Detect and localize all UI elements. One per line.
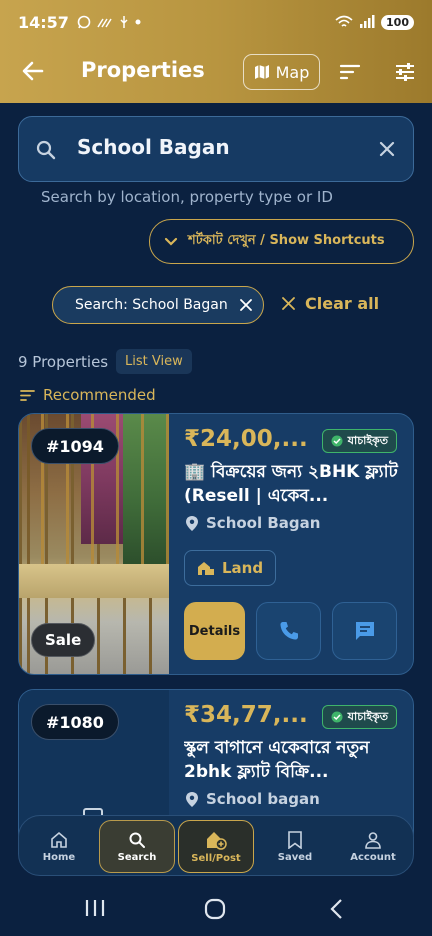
map-button-label: Map <box>275 62 310 82</box>
search-input[interactable]: School Bagan <box>77 135 230 159</box>
property-type-chip: Land <box>184 550 277 586</box>
verified-label: যাচাইকৃত <box>347 709 388 723</box>
app-bar: Properties Map <box>0 48 432 96</box>
status-time: 14:57 <box>18 12 69 32</box>
wifi-icon <box>335 15 353 27</box>
property-card[interactable]: #1094 Sale ₹24,00,... যাচাইকৃত 🏢 বিক্রয়… <box>18 413 414 675</box>
location-pin-icon <box>186 791 198 807</box>
dot-icon <box>135 19 141 25</box>
call-button[interactable] <box>256 602 321 660</box>
show-shortcuts-button[interactable]: শর্টকাট দেখুন / Show Shortcuts <box>149 219 414 264</box>
filter-chip-label: Search: School Bagan <box>75 297 228 313</box>
recents-icon[interactable] <box>84 898 106 918</box>
nav-search-label: Search <box>117 851 157 863</box>
location-pin-icon <box>186 515 198 531</box>
location-label: School bagan <box>206 790 320 808</box>
close-icon <box>282 297 295 310</box>
phone-icon <box>279 622 298 640</box>
signal-lines-icon <box>97 18 112 28</box>
app-header: 14:57 100 Properties Map <box>0 0 432 103</box>
list-view-toggle[interactable]: List View <box>116 349 192 374</box>
sale-badge: Sale <box>31 623 96 657</box>
sort-label: Recommended <box>43 386 156 404</box>
add-home-icon <box>207 831 227 850</box>
verified-check-icon <box>331 435 343 447</box>
back-button[interactable] <box>20 58 46 84</box>
person-icon <box>365 831 381 849</box>
property-title[interactable]: 🏢 বিক্রয়ের জন্য ২BHK ফ্ল্যাট (Resell | … <box>184 460 404 508</box>
land-icon <box>198 562 214 575</box>
search-hint: Search by location, property type or ID <box>41 188 333 206</box>
results-count: 9 Properties <box>18 353 109 371</box>
sort-button[interactable] <box>338 60 362 84</box>
clear-all-label: Clear all <box>305 294 380 313</box>
verified-check-icon <box>331 711 343 723</box>
verified-badge: যাচাইকৃত <box>321 429 397 453</box>
search-filter-chip[interactable]: Search: School Bagan <box>52 286 264 324</box>
verified-label: যাচাইকৃত <box>347 433 388 447</box>
nav-account[interactable]: Account <box>335 816 411 877</box>
bookmark-icon <box>288 830 302 849</box>
sort-icon <box>20 389 35 401</box>
property-title[interactable]: স্কুল বাগানে একেবারে নতুন 2bhk ফ্ল্যাট ব… <box>184 736 404 784</box>
message-icon <box>355 622 374 640</box>
whatsapp-icon <box>77 15 91 29</box>
system-navigation-bar <box>0 876 432 936</box>
filter-button[interactable] <box>393 60 417 84</box>
cell-signal-icon <box>360 15 375 28</box>
status-bar: 14:57 100 <box>0 0 432 44</box>
status-right: 100 <box>335 14 414 30</box>
search-icon <box>129 832 145 848</box>
arrow-left-icon <box>22 61 44 81</box>
chevron-down-icon <box>164 237 178 246</box>
property-id-badge: #1094 <box>31 428 119 464</box>
nav-sell-post[interactable]: Sell/Post <box>178 820 254 873</box>
home-circle-icon[interactable] <box>204 898 226 920</box>
nav-account-label: Account <box>350 851 396 863</box>
nav-saved[interactable]: Saved <box>257 816 333 877</box>
property-location: School Bagan <box>185 514 320 532</box>
nav-search[interactable]: Search <box>99 820 175 873</box>
home-icon <box>51 831 67 848</box>
search-icon <box>36 140 56 160</box>
nav-post-label: Sell/Post <box>191 852 241 864</box>
property-type-label: Land <box>222 559 264 577</box>
message-button[interactable] <box>332 602 397 660</box>
map-icon <box>254 65 269 79</box>
location-label: School Bagan <box>206 514 321 532</box>
notification-icons <box>77 15 141 29</box>
map-button[interactable]: Map <box>243 54 320 90</box>
verified-badge: যাচাইকৃত <box>321 705 397 729</box>
bottom-navigation: Home Search Sell/Post Saved Account <box>18 815 414 876</box>
usb-icon <box>120 16 128 28</box>
tune-icon <box>396 63 414 81</box>
search-field[interactable]: School Bagan <box>18 116 414 182</box>
property-id-badge: #1080 <box>31 704 119 740</box>
property-price: ₹34,77,... <box>184 702 308 728</box>
sort-recommended[interactable]: Recommended <box>20 386 156 404</box>
close-icon[interactable] <box>379 141 395 157</box>
back-icon[interactable] <box>328 898 346 920</box>
clear-all-button[interactable]: Clear all <box>282 294 379 313</box>
property-location: School bagan <box>185 790 320 808</box>
shortcuts-label: শর্টকাট দেখুন / Show Shortcuts <box>188 233 385 248</box>
page-title: Properties <box>81 58 205 82</box>
photo-detail <box>19 564 169 598</box>
property-price: ₹24,00,... <box>184 426 308 452</box>
nav-home-label: Home <box>42 851 76 863</box>
nav-home[interactable]: Home <box>21 816 97 877</box>
close-icon[interactable] <box>239 299 252 311</box>
battery-indicator: 100 <box>381 14 414 30</box>
details-button[interactable]: Details <box>184 602 245 660</box>
nav-saved-label: Saved <box>277 851 313 863</box>
sort-icon <box>339 64 361 80</box>
